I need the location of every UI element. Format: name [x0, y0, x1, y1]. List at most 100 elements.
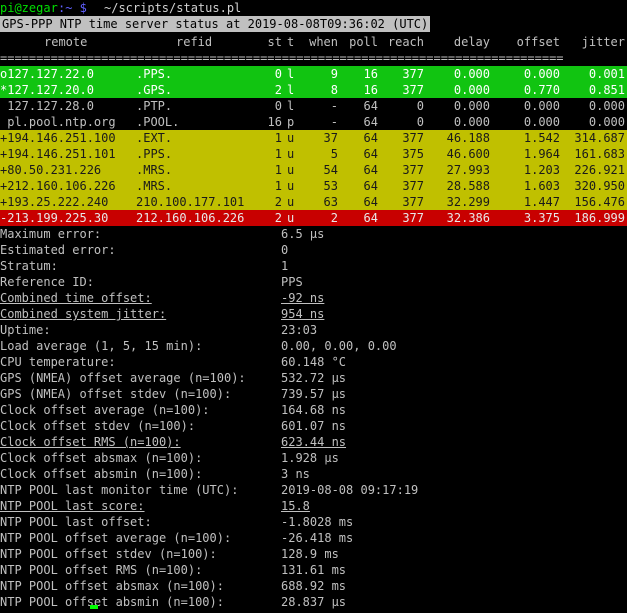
peer-refid: .GPS. — [136, 83, 173, 97]
status-title-line: GPS-PPP NTP time server status at 2019-0… — [0, 16, 627, 32]
stat-row: Combined system jitter: 954 ns — [0, 306, 627, 322]
prompt-separator: :~ $ — [58, 1, 95, 15]
header-remote: remote — [44, 35, 88, 49]
peer-t: l — [287, 83, 295, 97]
peer-t: p — [287, 115, 295, 129]
peer-delay: 0.000 — [453, 115, 490, 129]
peer-jitter: 0.001 — [588, 67, 625, 81]
peer-row: -213.199.225.30 212.160.106.226 2 u 2 64 377 32… — [0, 210, 627, 226]
peer-remote: +212.160.106.226 — [0, 179, 116, 193]
peer-st: 2 — [274, 83, 282, 97]
peer-when: 8 — [330, 83, 338, 97]
header-offset: offset — [516, 35, 560, 49]
stat-row: Uptime: 23:03 — [0, 322, 627, 338]
peer-jitter: 156.476 — [574, 195, 625, 209]
prompt-command: ~/scripts/status.pl — [104, 1, 242, 15]
stat-label: Combined system jitter: — [0, 307, 167, 321]
peer-reach: 377 — [402, 163, 424, 177]
stat-value: 28.837 µs — [281, 595, 347, 609]
peer-row: +194.146.251.101 .PPS. 1 u 5 64 375 46.600 1.964… — [0, 146, 627, 162]
peer-reach: 377 — [402, 131, 424, 145]
stat-value: 601.07 ns — [281, 419, 347, 433]
peer-remote: o127.127.22.0 — [0, 67, 94, 81]
stat-value: -92 ns — [281, 291, 325, 305]
peer-st: 1 — [274, 147, 282, 161]
peer-row: pl.pool.ntp.org .POOL. 16 p - 64 0 0.000 0.000 0.… — [0, 114, 627, 130]
stat-label: NTP POOL offset RMS (n=100): — [0, 563, 203, 577]
peer-poll: 64 — [363, 115, 378, 129]
peer-poll: 64 — [363, 147, 378, 161]
peer-t: u — [287, 163, 295, 177]
peer-poll: 64 — [363, 211, 378, 225]
stat-row: NTP POOL last monitor time (UTC): 2019-08… — [0, 482, 627, 498]
peer-poll: 16 — [363, 67, 378, 81]
stat-label: GPS (NMEA) offset average (n=100): — [0, 371, 246, 385]
stat-row: NTP POOL offset average (n=100): -26.418 … — [0, 530, 627, 546]
stat-label: Uptime: — [0, 323, 51, 337]
stat-label: Clock offset average (n=100): — [0, 403, 210, 417]
peer-poll: 16 — [363, 83, 378, 97]
peer-reach: 377 — [402, 83, 424, 97]
peer-refid: .PPS. — [136, 147, 173, 161]
stat-value: -1.8028 ms — [281, 515, 354, 529]
peer-reach: 377 — [402, 195, 424, 209]
stat-label: CPU temperature: — [0, 355, 116, 369]
stat-label: NTP POOL last offset: — [0, 515, 152, 529]
stat-row: Estimated error: 0 — [0, 242, 627, 258]
stat-row: NTP POOL offset absmax (n=100): 688.92 ms — [0, 578, 627, 594]
peer-delay: 32.386 — [446, 211, 490, 225]
peer-refid: .MRS. — [136, 163, 173, 177]
stat-value: 954 ns — [281, 307, 325, 321]
status-title: GPS-PPP NTP time server status at 2019-0… — [0, 16, 431, 32]
stat-value: 15.8 — [281, 499, 310, 513]
peer-reach: 375 — [402, 147, 424, 161]
header-when: when — [309, 35, 338, 49]
peer-offset: 1.542 — [523, 131, 560, 145]
header-reach: reach — [387, 35, 424, 49]
peer-jitter: 161.683 — [574, 147, 625, 161]
peer-refid: .EXT. — [136, 131, 173, 145]
peer-poll: 64 — [363, 179, 378, 193]
peer-reach: 377 — [402, 179, 424, 193]
peer-st: 16 — [267, 115, 282, 129]
stat-value: 3 ns — [281, 467, 310, 481]
peer-refid: .POOL. — [136, 115, 180, 129]
header-poll: poll — [349, 35, 378, 49]
peer-delay: 0.000 — [453, 83, 490, 97]
peer-poll: 64 — [363, 131, 378, 145]
peer-when: 54 — [323, 163, 338, 177]
stat-row: Clock offset absmax (n=100): 1.928 µs — [0, 450, 627, 466]
peer-delay: 32.299 — [446, 195, 490, 209]
stat-label: NTP POOL offset absmin (n=100): — [0, 595, 224, 609]
stat-label: Stratum: — [0, 259, 58, 273]
peer-reach: 0 — [416, 99, 424, 113]
peer-remote: +193.25.222.240 — [0, 195, 109, 209]
stat-row: Clock offset stdev (n=100): 601.07 ns — [0, 418, 627, 434]
peer-refid: .PPS. — [136, 67, 173, 81]
peer-row: +212.160.106.226 .MRS. 1 u 53 64 377 28.588 1.60… — [0, 178, 627, 194]
stat-label: GPS (NMEA) offset stdev (n=100): — [0, 387, 232, 401]
stat-row: Clock offset absmin (n=100): 3 ns — [0, 466, 627, 482]
stat-value: -26.418 ms — [281, 531, 354, 545]
peer-t: u — [287, 211, 295, 225]
stat-row: Combined time offset: -92 ns — [0, 290, 627, 306]
peer-jitter: 320.950 — [574, 179, 625, 193]
stat-value: 131.61 ms — [281, 563, 347, 577]
peer-jitter: 226.921 — [574, 163, 625, 177]
terminal-cursor — [90, 605, 98, 609]
stat-value: 164.68 ns — [281, 403, 347, 417]
peer-reach: 0 — [416, 115, 424, 129]
peer-delay: 46.188 — [446, 131, 490, 145]
peer-remote: *127.127.20.0 — [0, 83, 94, 97]
peer-st: 1 — [274, 179, 282, 193]
peer-delay: 0.000 — [453, 67, 490, 81]
stat-row: Stratum: 1 — [0, 258, 627, 274]
terminal-window[interactable]: pi@zegar :~ $ ~/scripts/status.pl GPS-PP… — [0, 0, 627, 613]
stat-value: 6.5 µs — [281, 227, 325, 241]
peer-refid: 212.160.106.226 — [136, 211, 245, 225]
stat-row: Load average (1, 5, 15 min): 0.00, 0.00, … — [0, 338, 627, 354]
stat-value: 623.44 ns — [281, 435, 347, 449]
stat-label: Combined time offset: — [0, 291, 152, 305]
peer-row: +80.50.231.226 .MRS. 1 u 54 64 377 27.993 1.203 2… — [0, 162, 627, 178]
peer-jitter: 0.000 — [588, 115, 625, 129]
